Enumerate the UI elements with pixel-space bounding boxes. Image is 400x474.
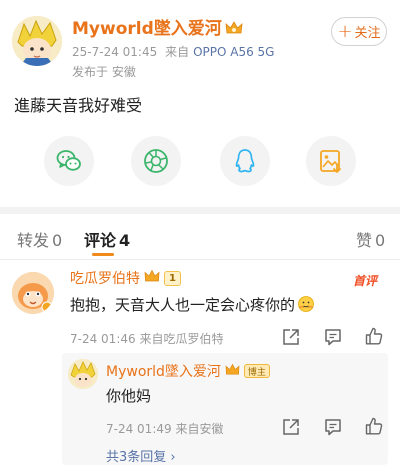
post-device[interactable]: OPPO A56 5G: [193, 45, 274, 59]
tab-comments[interactable]: 评论 4: [84, 227, 130, 251]
post-content: 進藤天音我好难受: [14, 96, 143, 115]
reply-like-button[interactable]: [364, 416, 384, 436]
tab-repost-label: 转发: [17, 231, 50, 250]
share-icon: [283, 329, 299, 345]
tab-likes-count: 0: [375, 231, 386, 250]
reply-text: 你他妈: [106, 387, 152, 405]
tab-comments-label: 评论: [84, 231, 117, 250]
thumbs-up-icon: [365, 327, 383, 345]
tab-active-indicator: [92, 253, 114, 256]
post-author-avatar[interactable]: [12, 16, 62, 66]
reply-author-avatar[interactable]: [68, 359, 98, 389]
hug-emoji-icon: [297, 295, 315, 317]
comment-like-button[interactable]: [364, 326, 384, 346]
tab-repost[interactable]: 转发 0: [17, 227, 62, 251]
comment-icon: [325, 329, 341, 346]
member-crown-icon: [225, 363, 240, 380]
tab-likes-label: 赞: [356, 231, 373, 250]
share-qq-button[interactable]: [220, 136, 270, 186]
qq-icon: [235, 149, 255, 173]
post-author-name[interactable]: Myworld墜入爱河: [72, 14, 243, 41]
wechat-icon: [56, 150, 81, 171]
post-meta: 25-7-24 01:45 来自 OPPO A56 5G: [72, 43, 274, 60]
member-crown-icon: [144, 269, 160, 287]
moments-icon: [144, 149, 168, 173]
reply-meta: 7-24 01:49 来自安徽: [106, 422, 224, 436]
tab-likes[interactable]: 赞0: [356, 227, 385, 251]
comment-reply-button[interactable]: [323, 327, 343, 347]
share-qzone-button[interactable]: [306, 136, 356, 186]
section-separator: [0, 207, 400, 214]
reply-author-name-text[interactable]: Myworld墜入爱河: [106, 361, 221, 381]
reply-share-button[interactable]: [281, 417, 301, 437]
qzone-icon: [320, 150, 341, 173]
post-timestamp: 25-7-24 01:45: [72, 45, 158, 59]
author-badge: 博主: [243, 364, 270, 378]
comment-meta: 7-24 01:46 来自吃瓜罗伯特: [70, 332, 224, 346]
comment-icon: [325, 419, 341, 436]
first-comment-tag: 首评: [353, 274, 378, 288]
reply-author-name[interactable]: Myworld墜入爱河 博主: [106, 361, 270, 381]
share-icon: [283, 419, 299, 435]
post-author-name-text[interactable]: Myworld墜入爱河: [72, 19, 222, 39]
commenter-name[interactable]: 吃瓜罗伯特 1: [70, 268, 181, 288]
commenter-level-badge: 1: [164, 270, 181, 286]
tab-divider: [0, 259, 400, 260]
post-location: 发布于 安徽: [72, 65, 136, 79]
member-crown-icon: [225, 20, 243, 41]
comment-text: 抱抱，天音大人也一定会心疼你的: [70, 294, 315, 317]
follow-button[interactable]: + 关注: [331, 17, 387, 46]
follow-label: 关注: [354, 26, 381, 41]
thumbs-up-icon: [365, 417, 383, 435]
post-source-prefix: 来自: [165, 45, 190, 59]
comment-share-button[interactable]: [281, 327, 301, 347]
commenter-name-text[interactable]: 吃瓜罗伯特: [70, 268, 140, 288]
share-wechat-button[interactable]: [44, 136, 94, 186]
share-moments-button[interactable]: [131, 136, 181, 186]
view-more-replies-link[interactable]: 共3条回复 ›: [106, 446, 176, 465]
comment-text-body: 抱抱，天音大人也一定会心疼你的: [70, 296, 296, 314]
commenter-avatar[interactable]: [12, 272, 54, 314]
reply-reply-button[interactable]: [323, 417, 343, 437]
follow-plus-icon: +: [337, 20, 353, 42]
tab-repost-count: 0: [52, 231, 63, 250]
tab-comments-count: 4: [119, 231, 131, 250]
